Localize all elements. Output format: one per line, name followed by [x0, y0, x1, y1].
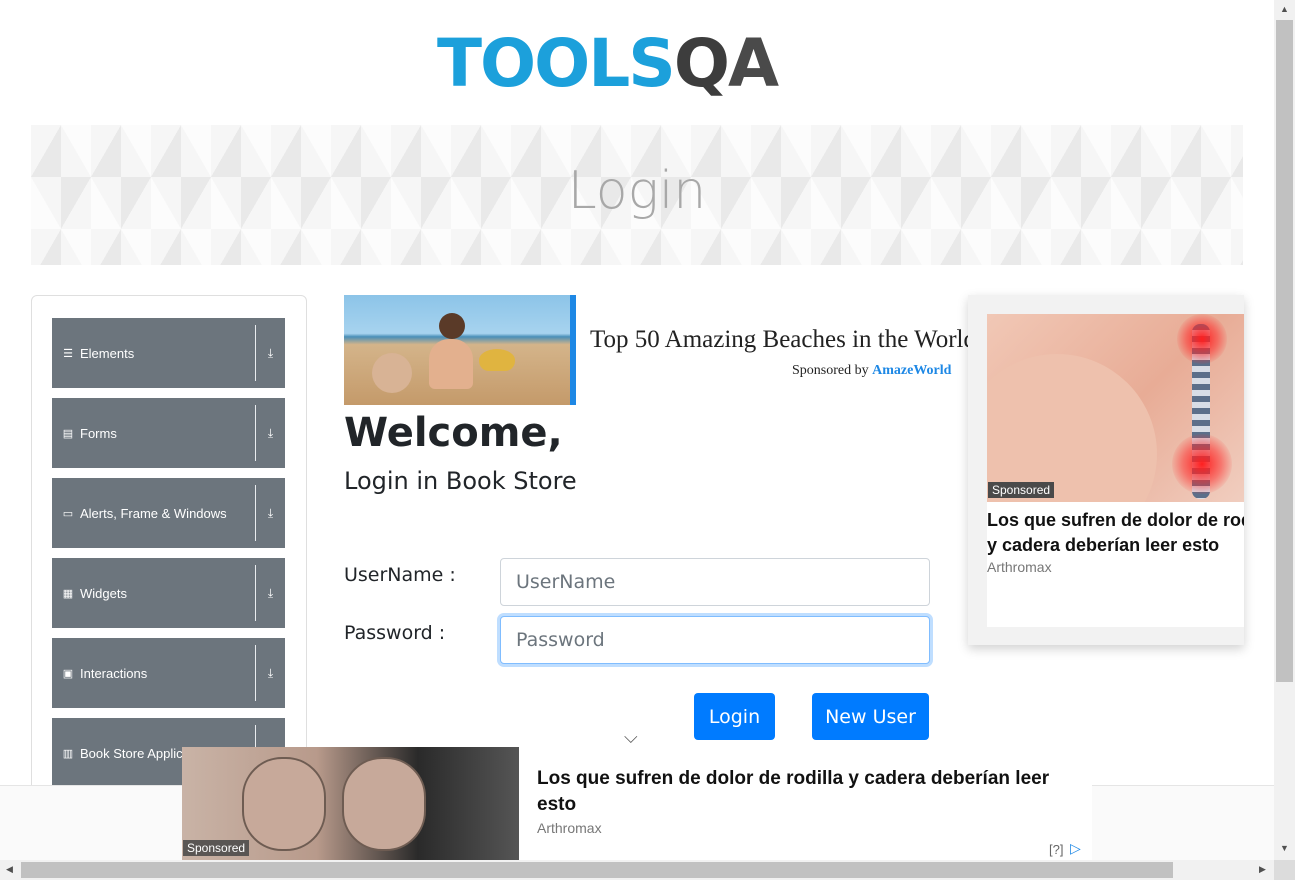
sponsored-by-text: Sponsored by [792, 363, 869, 378]
adchoices-icon[interactable]: ▷ [1070, 840, 1081, 857]
interaction-icon: ▣ [62, 667, 74, 680]
ad-title[interactable]: Top 50 Amazing Beaches in the World [590, 326, 970, 354]
login-subtitle: Login in Book Store [344, 467, 577, 495]
sidebar-group-label: Forms [80, 425, 117, 441]
password-input[interactable] [500, 616, 930, 664]
back-pain-ad-image: Sponsored [987, 314, 1244, 502]
page-title: Login [567, 161, 707, 221]
sidebar-group-forms[interactable]: ▤ Forms ⤓ [52, 398, 285, 468]
knee-shape [242, 757, 326, 851]
username-input[interactable] [500, 558, 930, 606]
ad-help-link[interactable]: [?] [1049, 842, 1063, 857]
person-shape [372, 353, 412, 393]
scroll-down-arrow-icon[interactable]: ▼ [1280, 843, 1289, 853]
scroll-left-arrow-icon[interactable]: ◀ [6, 864, 13, 875]
person-shape [439, 313, 465, 339]
body-shape [987, 354, 1157, 502]
sponsored-tag: Sponsored [988, 482, 1055, 498]
scroll-right-arrow-icon[interactable]: ▶ [1259, 864, 1266, 875]
right-ad-title[interactable]: Los que sufren de dolor de rodilla y cad… [987, 508, 1244, 558]
password-label: Password : [344, 622, 446, 644]
logo-a-text: A [727, 25, 779, 102]
scrollbar-corner [1274, 860, 1295, 880]
scroll-up-arrow-icon[interactable]: ▲ [1280, 4, 1289, 14]
document-icon: ▤ [62, 427, 74, 440]
bottom-ad-source: Arthromax [537, 820, 602, 836]
page-banner: Login [31, 125, 1243, 265]
person-hat-shape [479, 349, 515, 371]
login-button[interactable]: Login [694, 693, 775, 740]
knee-ad-image[interactable]: Sponsored [182, 747, 519, 860]
bottom-ad-text[interactable]: Los que sufren de dolor de rodilla y cad… [519, 747, 1092, 860]
grid-icon: ▦ [62, 587, 74, 600]
books-icon: ▥ [62, 747, 74, 760]
download-arrow-icon: ⤓ [267, 425, 274, 440]
right-ad-source: Arthromax [987, 559, 1052, 575]
sponsored-tag: Sponsored [183, 840, 250, 856]
new-user-button[interactable]: New User [812, 693, 929, 740]
download-arrow-icon: ⤓ [267, 505, 274, 520]
logo-text: TOOLSQA [437, 24, 779, 104]
chevron-down-icon[interactable]: ⌵ [624, 727, 638, 748]
logo-q-text: Q [673, 25, 730, 102]
sidebar-group-elements[interactable]: ☰ Elements ⤓ [52, 318, 285, 388]
beach-ad-image[interactable] [344, 295, 570, 405]
ad-accent-bar [570, 295, 576, 405]
pain-spot [1172, 434, 1232, 494]
window-icon: ▭ [62, 507, 74, 520]
sidebar-panel: ☰ Elements ⤓ ▤ Forms ⤓ ▭ Alerts, Frame &… [31, 295, 307, 817]
sponsor-link[interactable]: AmazeWorld [872, 363, 951, 378]
horizontal-scrollbar-thumb[interactable] [21, 862, 1173, 878]
person-shape [429, 339, 473, 389]
sidebar-group-widgets[interactable]: ▦ Widgets ⤓ [52, 558, 285, 628]
username-label: UserName : [344, 564, 456, 586]
bottom-ad-title[interactable]: Los que sufren de dolor de rodilla y cad… [537, 766, 1087, 818]
download-arrow-icon: ⤓ [267, 665, 274, 680]
logo-tools-text: TOOLS [437, 25, 676, 102]
sidebar-group-label: Elements [80, 345, 135, 361]
sidebar-group-label: Widgets [80, 585, 127, 601]
sidebar-group-label: Alerts, Frame & Windows [80, 505, 227, 521]
pain-spot [1177, 314, 1227, 364]
sidebar-group-alerts[interactable]: ▭ Alerts, Frame & Windows ⤓ [52, 478, 285, 548]
welcome-heading: Welcome, [344, 410, 563, 456]
right-ad[interactable]: Sponsored Los que sufren de dolor de rod… [968, 295, 1244, 645]
toolsqa-logo[interactable]: TOOLSQA [437, 18, 841, 114]
download-arrow-icon: ⤓ [267, 585, 274, 600]
hamburger-icon: ☰ [63, 347, 73, 360]
sidebar-group-label: Interactions [80, 665, 148, 681]
knee-shape [342, 757, 426, 851]
sidebar-group-interactions[interactable]: ▣ Interactions ⤓ [52, 638, 285, 708]
vertical-scrollbar-thumb[interactable] [1276, 20, 1293, 682]
download-arrow-icon: ⤓ [267, 345, 274, 360]
ad-sponsor-line: Sponsored by AmazeWorld [792, 363, 951, 379]
right-ad-card[interactable]: Sponsored Los que sufren de dolor de rod… [987, 314, 1244, 627]
